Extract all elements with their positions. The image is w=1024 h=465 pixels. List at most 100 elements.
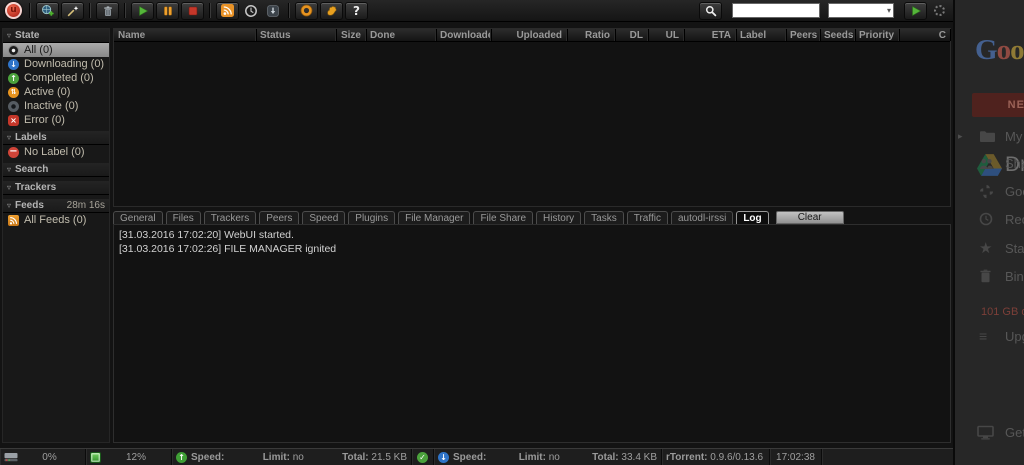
sidebar-item-downloading[interactable]: ↓ Downloading (0) xyxy=(3,57,109,71)
ram-usage-value: 12% xyxy=(105,452,167,463)
sidebar-item-completed[interactable]: ↑ Completed (0) xyxy=(3,71,109,85)
column-header-ratio[interactable]: Ratio xyxy=(567,29,615,41)
sidebar-item-all[interactable]: All (0) xyxy=(3,43,109,57)
get-drive-for-pc[interactable]: Get Drive for PC xyxy=(955,422,1024,442)
tab-general[interactable]: General xyxy=(113,211,163,224)
upload-arrow-icon: ↑ xyxy=(176,452,187,463)
drive-upgrade-storage[interactable]: ≡ Upgrade storage xyxy=(955,326,1024,346)
toolbar-separator xyxy=(29,3,31,18)
rss-arcs xyxy=(8,215,19,226)
log-panel[interactable]: [31.03.2016 17:02:20] WebUI started. [31… xyxy=(113,224,951,443)
column-header-created[interactable]: C xyxy=(899,29,950,41)
remove-torrent-button[interactable] xyxy=(96,2,119,20)
column-header-uploaded[interactable]: Uploaded xyxy=(491,29,567,41)
tab-plugins[interactable]: Plugins xyxy=(348,211,395,224)
magic-wand-icon xyxy=(67,5,79,17)
sidebar-item-label: Active (0) xyxy=(24,86,70,98)
clock-icon xyxy=(979,212,993,226)
tab-speed[interactable]: Speed xyxy=(302,211,345,224)
clear-log-button[interactable]: Clear xyxy=(776,211,844,224)
create-torrent-button[interactable] xyxy=(61,2,84,20)
drive-nav-photos[interactable]: Google Photos xyxy=(955,181,1024,201)
tab-history[interactable]: History xyxy=(536,211,581,224)
tab-file-manager[interactable]: File Manager xyxy=(398,211,470,224)
collapse-triangle-icon: ▿ xyxy=(7,202,11,210)
column-header-done[interactable]: Done xyxy=(366,29,436,41)
completed-icon: ↑ xyxy=(8,73,19,84)
sidebar-item-active[interactable]: ⇅ Active (0) xyxy=(3,85,109,99)
sidebar-item-no-label[interactable]: − No Label (0) xyxy=(3,145,109,159)
drive-nav-label: Upgrade storage xyxy=(1005,329,1024,344)
tab-file-share[interactable]: File Share xyxy=(473,211,533,224)
sidebar-section-state[interactable]: ▿ State xyxy=(3,29,109,43)
download-speed-cell[interactable]: ↓ Speed: Limit: no Total: 33.4 KB xyxy=(434,449,662,465)
hdd-icon xyxy=(4,452,18,463)
photos-pinwheel-icon xyxy=(979,184,994,199)
drive-nav-label: My Drive xyxy=(1005,129,1024,144)
sidebar-item-inactive[interactable]: Inactive (0) xyxy=(3,99,109,113)
column-header-ul[interactable]: UL xyxy=(648,29,684,41)
drive-nav-label: Get Drive for PC xyxy=(1005,425,1024,440)
drive-nav-starred[interactable]: ★ Starred xyxy=(955,238,1024,258)
column-header-seeds[interactable]: Seeds xyxy=(820,29,855,41)
column-header-status[interactable]: Status xyxy=(256,29,336,41)
search-button[interactable] xyxy=(699,2,722,20)
list-bars-icon: ≡ xyxy=(979,329,987,343)
search-filter-select[interactable]: ▾ xyxy=(828,3,894,18)
drive-new-button[interactable]: NEW xyxy=(972,93,1024,117)
column-header-priority[interactable]: Priority xyxy=(855,29,899,41)
column-header-peers[interactable]: Peers xyxy=(786,29,820,41)
people-icon xyxy=(979,157,994,170)
drive-nav-shared[interactable]: Shared with me xyxy=(955,153,1024,173)
tab-traffic[interactable]: Traffic xyxy=(627,211,668,224)
tab-peers[interactable]: Peers xyxy=(259,211,299,224)
sidebar-item-error[interactable]: × Error (0) xyxy=(3,113,109,127)
sidebar-section-labels[interactable]: ▿ Labels xyxy=(3,131,109,145)
upload-speed-cell[interactable]: ↑ Speed: Limit: no Total: 21.5 KB xyxy=(172,449,412,465)
tab-files[interactable]: Files xyxy=(166,211,201,224)
start-button[interactable] xyxy=(131,2,154,20)
sidebar-section-trackers[interactable]: ▿ Trackers xyxy=(3,181,109,195)
stop-icon xyxy=(187,5,199,17)
drive-nav-label: Shared with me xyxy=(1005,156,1024,171)
scheduler-button[interactable] xyxy=(241,2,261,20)
question-mark-icon: ? xyxy=(353,5,360,17)
sidebar-section-search[interactable]: ▿ Search xyxy=(3,163,109,177)
throttle-button[interactable] xyxy=(263,2,283,20)
tab-trackers[interactable]: Trackers xyxy=(204,211,257,224)
add-torrent-button[interactable] xyxy=(36,2,59,20)
collapse-triangle-icon: ▿ xyxy=(7,32,11,40)
tab-tasks[interactable]: Tasks xyxy=(584,211,624,224)
drive-nav-recent[interactable]: Recent xyxy=(955,209,1024,229)
column-header-size[interactable]: Size xyxy=(336,29,366,41)
sidebar-item-label: No Label (0) xyxy=(24,146,85,158)
torrent-list-body[interactable] xyxy=(114,42,950,206)
clock-scheduler-icon xyxy=(244,4,258,18)
client-version-cell: rTorrent: 0.9.6/0.13.6 xyxy=(662,449,770,465)
column-header-label[interactable]: Label xyxy=(736,29,786,41)
drive-nav-my-drive[interactable]: ▸ My Drive xyxy=(955,126,1024,146)
column-header-dl[interactable]: DL xyxy=(615,29,648,41)
column-header-downloaded[interactable]: Downloaded xyxy=(436,29,491,41)
help-button[interactable]: ? xyxy=(345,2,368,20)
sidebar-section-feeds[interactable]: ▿ Feeds 28m 16s xyxy=(3,199,109,213)
stop-button[interactable] xyxy=(181,2,204,20)
rss-feeds-button[interactable] xyxy=(216,2,239,20)
toolbar-separator xyxy=(124,3,126,18)
settings-button[interactable] xyxy=(295,2,318,20)
pause-button[interactable] xyxy=(156,2,179,20)
start-search-button[interactable] xyxy=(904,2,927,20)
column-header-name[interactable]: Name xyxy=(114,29,256,41)
column-header-eta[interactable]: ETA xyxy=(684,29,736,41)
inactive-icon xyxy=(8,101,19,112)
downloading-icon: ↓ xyxy=(8,59,19,70)
upload-speed-label: Speed: xyxy=(191,452,224,463)
sidebar-item-all-feeds[interactable]: All Feeds (0) xyxy=(3,213,109,227)
tab-autodl-irssi[interactable]: autodl-irssi xyxy=(671,211,733,224)
search-input[interactable] xyxy=(732,3,820,18)
plugins-button[interactable] xyxy=(320,2,343,20)
upload-total-label: Total: xyxy=(342,452,368,463)
drive-nav-bin[interactable]: Bin xyxy=(955,266,1024,286)
tab-log[interactable]: Log xyxy=(736,211,768,224)
down-arrow-box-icon xyxy=(267,5,279,17)
